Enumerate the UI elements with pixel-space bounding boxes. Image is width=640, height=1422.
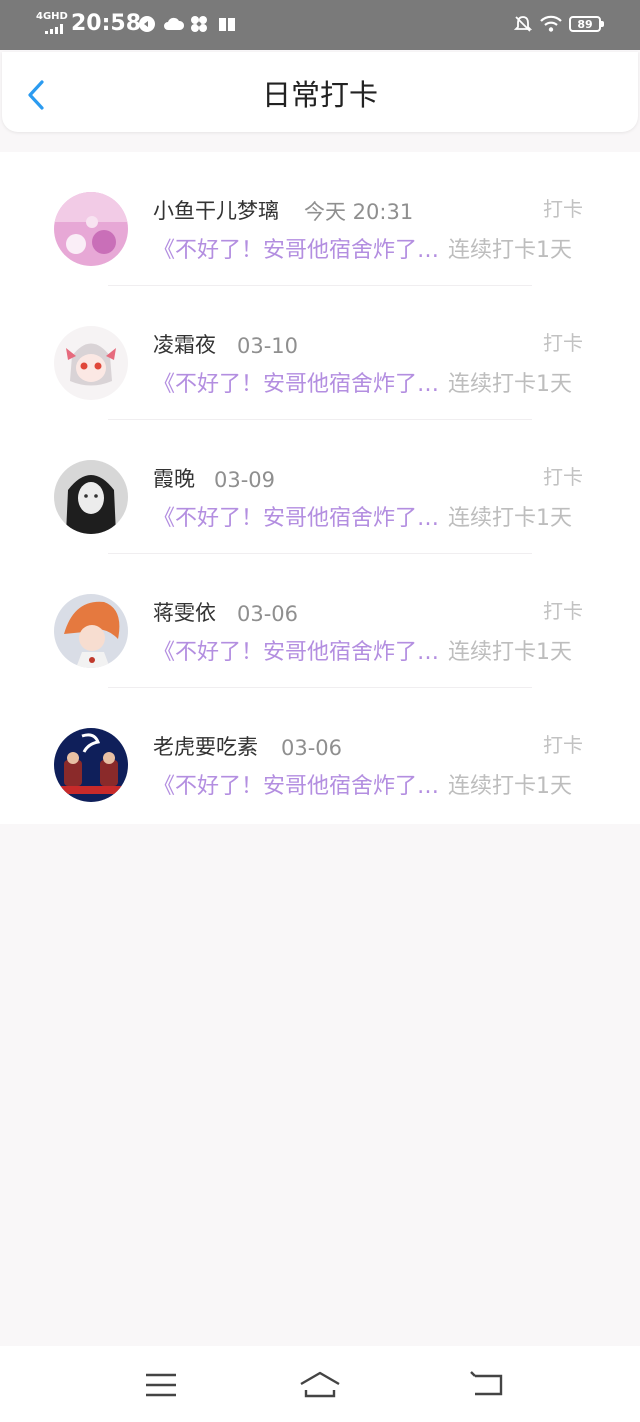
list-item[interactable]: 凌霜夜 03-10 打卡 《不好了！安哥他宿舍炸了… 连续打卡1天 [0,286,640,420]
avatar[interactable] [54,460,128,534]
home-icon[interactable] [298,1370,342,1400]
checkin-label: 打卡 [543,331,583,355]
battery-icon: 89 [569,16,604,32]
list-item[interactable]: 小鱼干儿梦璃 今天 20:31 打卡 《不好了！安哥他宿舍炸了… 连续打卡1天 [0,152,640,286]
page-title: 日常打卡 [261,78,378,112]
streak-label: 连续打卡1天 [448,506,572,531]
streak-label: 连续打卡1天 [448,238,572,263]
checkin-label: 打卡 [543,465,583,489]
user-name: 小鱼干儿梦璃 [153,199,279,223]
streak-label: 连续打卡1天 [448,774,572,799]
streak-label: 连续打卡1天 [448,372,572,397]
cloud-icon [164,17,185,30]
checkin-time: 今天 20:31 [304,200,414,224]
book-icon [219,18,235,31]
notification-icon [139,16,155,32]
checkin-message[interactable]: 《不好了！安哥他宿舍炸了… [153,371,439,399]
network-type: 4GHD [36,11,68,22]
signal-icon [45,24,67,34]
checkin-label: 打卡 [543,599,583,623]
mute-bell-icon [514,16,532,32]
user-name: 老虎要吃素 [153,735,258,759]
checkin-message[interactable]: 《不好了！安哥他宿舍炸了… [153,639,439,667]
checkin-list: 小鱼干儿梦璃 今天 20:31 打卡 《不好了！安哥他宿舍炸了… 连续打卡1天 … [0,152,640,824]
user-name: 蒋雯依 [153,601,216,625]
fan-icon [191,16,207,32]
checkin-time: 03-10 [237,334,299,358]
checkin-message[interactable]: 《不好了！安哥他宿舍炸了… [153,505,439,533]
status-bar: 4GHD 20:58 89 [0,0,640,50]
status-time: 20:58 [71,11,142,36]
list-item[interactable]: 蒋雯依 03-06 打卡 《不好了！安哥他宿舍炸了… 连续打卡1天 [0,554,640,688]
avatar[interactable] [54,728,128,802]
avatar[interactable] [54,326,128,400]
checkin-label: 打卡 [543,733,583,757]
wifi-icon [540,15,562,32]
avatar[interactable] [54,594,128,668]
checkin-message[interactable]: 《不好了！安哥他宿舍炸了… [153,237,439,265]
checkin-time: 03-09 [214,468,276,492]
user-name: 霞晚 [153,467,195,491]
checkin-time: 03-06 [237,602,299,626]
streak-label: 连续打卡1天 [448,640,572,665]
system-nav-bar [0,1346,640,1422]
back-icon[interactable] [469,1370,509,1400]
checkin-time: 03-06 [281,736,343,760]
checkin-message[interactable]: 《不好了！安哥他宿舍炸了… [153,773,439,801]
list-item[interactable]: 霞晚 03-09 打卡 《不好了！安哥他宿舍炸了… 连续打卡1天 [0,420,640,554]
checkin-label: 打卡 [543,197,583,221]
avatar[interactable] [54,192,128,266]
list-item[interactable]: 老虎要吃素 03-06 打卡 《不好了！安哥他宿舍炸了… 连续打卡1天 [0,688,640,822]
app-header: 日常打卡 [2,52,638,132]
user-name: 凌霜夜 [153,333,216,357]
menu-icon[interactable] [141,1370,181,1400]
